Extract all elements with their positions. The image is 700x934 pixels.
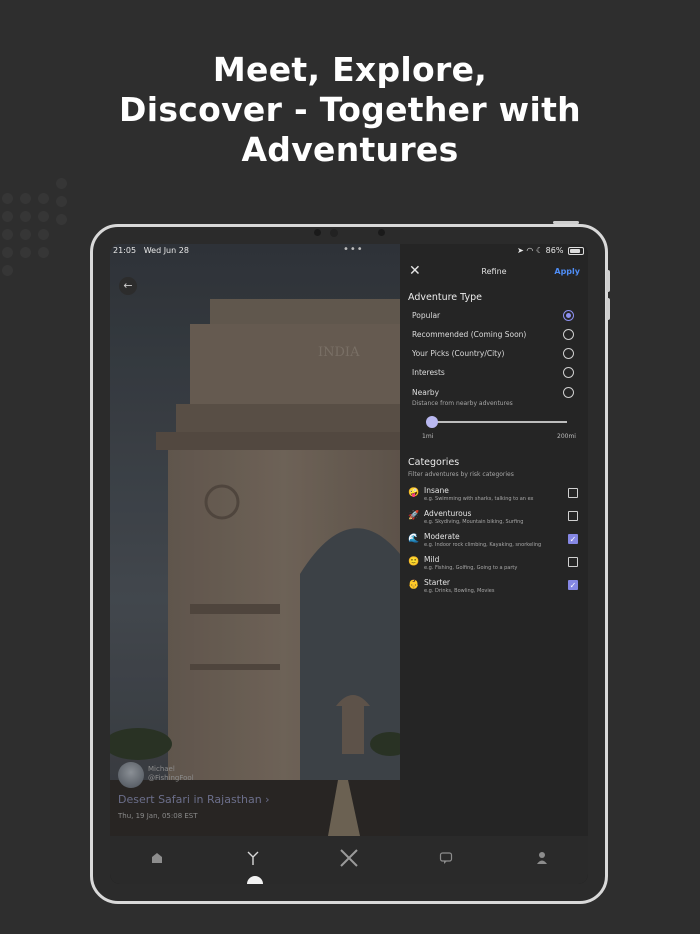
multitask-dots-icon[interactable]: ••• xyxy=(343,244,364,255)
slight-smile-icon: 🙂 xyxy=(408,557,420,567)
battery-level: 86% xyxy=(545,246,564,255)
person-icon xyxy=(537,852,547,864)
tab-create[interactable] xyxy=(334,846,364,870)
headline-line-3: Adventures xyxy=(241,130,459,169)
battery-icon xyxy=(568,246,584,255)
tab-explore[interactable] xyxy=(238,846,268,870)
category-row-mild[interactable]: 🙂 Mild e.g. Fishing, Golfing, Going to a… xyxy=(408,555,580,575)
category-desc: e.g. Indoor rock climbing, Kayaking, sno… xyxy=(424,542,542,548)
radio-nearby[interactable] xyxy=(563,387,574,398)
category-desc: e.g. Swimming with sharks, talking to an… xyxy=(424,496,534,502)
option-label: Popular xyxy=(412,311,441,320)
adventure-date: Thu, 19 Jan, 05:08 EST xyxy=(118,812,198,820)
status-indicators: ➤ ◠ ☾ 86% xyxy=(517,246,584,255)
nearby-hint: Distance from nearby adventures xyxy=(412,400,513,407)
radio-your-picks[interactable] xyxy=(563,348,574,359)
author-name: Michael xyxy=(148,765,175,773)
adventure-title-link[interactable]: Desert Safari in Rajasthan › xyxy=(118,793,270,806)
category-title: Mild xyxy=(424,555,440,564)
category-checkbox-checked[interactable]: ✓ xyxy=(568,534,578,544)
wifi-icon: ◠ xyxy=(526,246,534,255)
moon-icon: ☾ xyxy=(535,246,544,255)
chevron-right-icon: › xyxy=(265,793,270,806)
baby-icon: 👶 xyxy=(408,580,420,590)
status-bar: 21:05 Wed Jun 28 ••• ➤ ◠ ☾ 86% xyxy=(110,244,588,258)
sensor-dot xyxy=(378,229,385,236)
category-checkbox-checked[interactable]: ✓ xyxy=(568,580,578,590)
category-title: Insane xyxy=(424,486,449,495)
category-desc: e.g. Skydiving, Mountain biking, Surfing xyxy=(424,519,524,525)
location-icon: ➤ xyxy=(517,246,524,255)
tab-home[interactable] xyxy=(142,846,172,870)
category-title: Starter xyxy=(424,578,451,587)
cross-icon xyxy=(340,849,358,867)
category-checkbox[interactable] xyxy=(568,488,578,498)
wave-icon: 🌊 xyxy=(408,534,420,544)
distance-slider-handle[interactable] xyxy=(426,416,438,428)
app-screen: 21:05 Wed Jun 28 ••• ➤ ◠ ☾ 86% INDIA ← M… xyxy=(110,244,588,884)
volume-button xyxy=(606,298,610,320)
adventure-type-heading: Adventure Type xyxy=(408,292,482,303)
adventure-title: Desert Safari in Rajasthan xyxy=(118,793,262,806)
camera-lens xyxy=(330,229,338,237)
categories-heading: Categories xyxy=(408,457,460,468)
category-checkbox[interactable] xyxy=(568,511,578,521)
marketing-headline: Meet, Explore, Discover - Together with … xyxy=(0,50,700,170)
refine-panel: ✕ Refine Apply Adventure Type Popular Re… xyxy=(400,244,588,836)
slider-min-label: 1mi xyxy=(422,433,434,440)
radio-interests[interactable] xyxy=(563,367,574,378)
radio-popular[interactable] xyxy=(563,310,574,321)
categories-hint: Filter adventures by risk categories xyxy=(408,471,514,478)
category-title: Adventurous xyxy=(424,509,472,518)
decorative-dot-grid xyxy=(2,178,82,278)
avatar[interactable] xyxy=(118,762,144,788)
slider-max-label: 200mi xyxy=(557,433,576,440)
rocket-icon: 🚀 xyxy=(408,511,420,521)
tab-profile[interactable] xyxy=(527,846,557,870)
bottom-tab-bar xyxy=(110,836,588,884)
back-button[interactable]: ← xyxy=(119,277,137,295)
category-desc: e.g. Fishing, Golfing, Going to a party xyxy=(424,565,518,571)
branch-icon xyxy=(247,851,259,865)
volume-button xyxy=(606,270,610,292)
option-label: Recommended (Coming Soon) xyxy=(412,330,527,339)
author-handle: @FishingFool xyxy=(148,774,194,782)
home-icon xyxy=(152,853,162,863)
category-checkbox[interactable] xyxy=(568,557,578,567)
active-tab-indicator xyxy=(247,876,263,884)
crazy-face-icon: 🤪 xyxy=(408,488,420,498)
radio-recommended[interactable] xyxy=(563,329,574,340)
option-label: Nearby xyxy=(412,388,440,397)
category-row-insane[interactable]: 🤪 Insane e.g. Swimming with sharks, talk… xyxy=(408,486,580,506)
headline-line-2: Discover - Together with xyxy=(119,90,581,129)
power-button xyxy=(553,221,579,224)
tab-messages[interactable] xyxy=(431,846,461,870)
camera-dot xyxy=(314,229,321,236)
chat-icon xyxy=(439,852,453,864)
headline-line-1: Meet, Explore, xyxy=(212,50,488,89)
option-label: Interests xyxy=(412,368,445,377)
category-row-moderate[interactable]: 🌊 Moderate e.g. Indoor rock climbing, Ka… xyxy=(408,532,580,552)
adventure-photo[interactable]: INDIA xyxy=(110,244,400,836)
distance-slider-track[interactable] xyxy=(432,421,567,423)
category-desc: e.g. Drinks, Bowling, Movies xyxy=(424,588,495,594)
category-row-starter[interactable]: 👶 Starter e.g. Drinks, Bowling, Movies ✓ xyxy=(408,578,580,598)
option-label: Your Picks (Country/City) xyxy=(412,349,505,358)
arrow-left-icon: ← xyxy=(123,279,133,292)
apply-button[interactable]: Apply xyxy=(554,267,580,276)
photo-dim-overlay xyxy=(110,244,400,836)
category-title: Moderate xyxy=(424,532,460,541)
status-time: 21:05 Wed Jun 28 xyxy=(113,246,189,255)
category-row-adventurous[interactable]: 🚀 Adventurous e.g. Skydiving, Mountain b… xyxy=(408,509,580,529)
